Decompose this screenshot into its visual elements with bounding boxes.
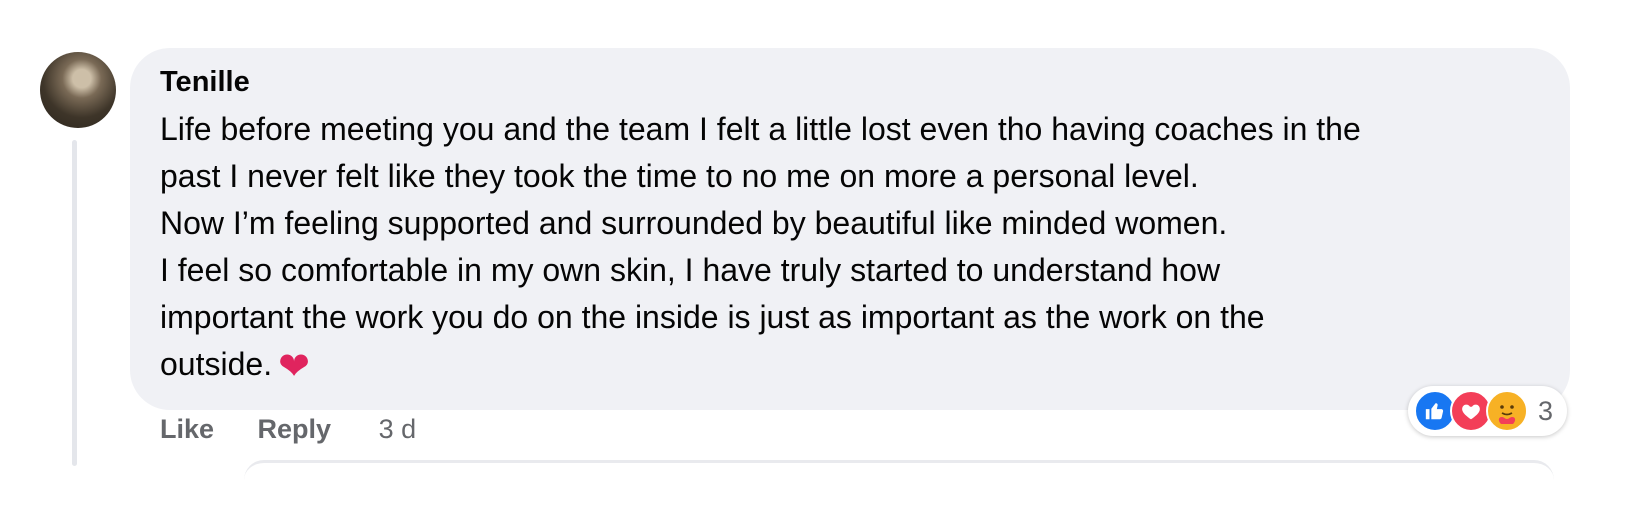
reply-preview-edge — [244, 460, 1554, 503]
comment-line: past I never felt like they took the tim… — [160, 158, 1199, 194]
reaction-count: 3 — [1538, 395, 1554, 426]
comment-timestamp[interactable]: 3 d — [379, 414, 417, 444]
comment-line: important the work you do on the inside … — [160, 299, 1265, 335]
heart-emoji-icon: ❤ — [278, 346, 310, 388]
like-button[interactable]: Like — [160, 414, 214, 444]
avatar[interactable] — [40, 52, 116, 128]
comment-line-last: outside. ❤ — [160, 341, 1560, 391]
comment-line: I feel so comfortable in my own skin, I … — [160, 252, 1221, 288]
reactions-summary[interactable]: 3 — [1408, 386, 1568, 436]
comment-line: Now I’m feeling supported and surrounded… — [160, 205, 1228, 241]
comment-author[interactable]: Tenille — [160, 66, 250, 99]
comment-actions: Like Reply 3 d — [160, 414, 416, 445]
comment-line: Life before meeting you and the team I f… — [160, 111, 1361, 147]
thread-line — [72, 140, 77, 466]
care-icon — [1486, 390, 1528, 432]
comment-line-text: outside. — [160, 346, 273, 382]
comment-text: Life before meeting you and the team I f… — [160, 106, 1560, 391]
reply-button[interactable]: Reply — [258, 414, 332, 444]
